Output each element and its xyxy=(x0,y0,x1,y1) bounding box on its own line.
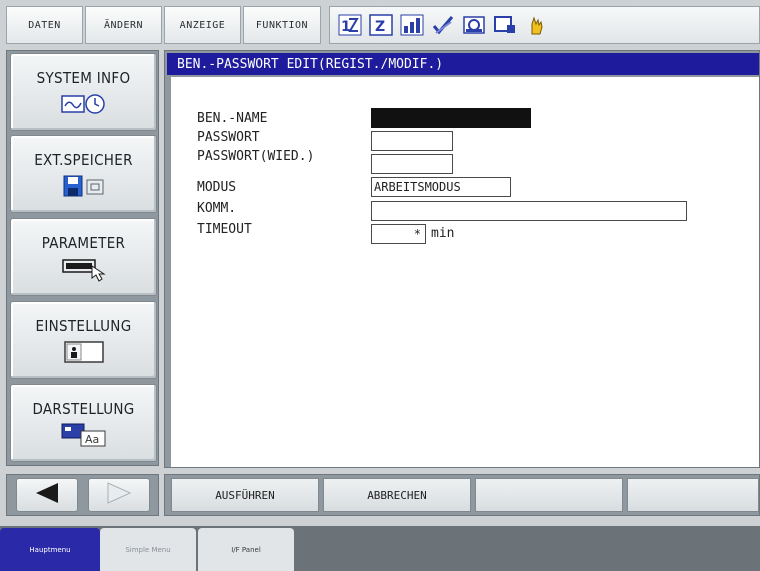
field-label-user-name: BEN.-NAME xyxy=(197,111,268,126)
function-bar: AUSFÜHREN ABBRECHEN xyxy=(164,474,760,516)
side-item-label: DARSTELLUNG xyxy=(32,400,135,418)
password-field[interactable] xyxy=(371,131,453,151)
svg-text:Aa: Aa xyxy=(85,433,99,446)
signal-level-icon xyxy=(400,13,424,37)
timeout-unit: min xyxy=(431,226,455,241)
arrow-right-icon xyxy=(104,481,134,509)
status-icon-area: 1 Z xyxy=(329,6,760,44)
top-menu-bar: DATEN ÄNDERN ANZEIGE FUNKTION 1 Z xyxy=(6,6,760,44)
parameter-icon xyxy=(61,258,106,282)
side-item-einstellung[interactable]: EINSTELLUNG xyxy=(10,301,157,379)
side-item-label: PARAMETER xyxy=(41,234,126,252)
field-label-comment: KOMM. xyxy=(197,201,237,216)
side-item-label: EINSTELLUNG xyxy=(35,317,132,335)
field-label-password: PASSWORT xyxy=(197,130,260,145)
bottom-tab-bar: Hauptmenu Simple Menu I/F Panel xyxy=(0,526,760,571)
camera-icon xyxy=(462,13,486,37)
side-item-system-info[interactable]: SYSTEM INFO xyxy=(10,53,157,131)
page-title: BEN.-PASSWORT EDIT(REGIST./MODIF.) xyxy=(167,53,759,75)
password-confirm-field[interactable] xyxy=(371,154,453,174)
system-info-icon xyxy=(60,93,107,115)
external-memory-icon xyxy=(63,175,105,197)
execute-button[interactable]: AUSFÜHREN xyxy=(171,478,319,512)
menu-anzeige[interactable]: ANZEIGE xyxy=(164,6,241,44)
back-button[interactable] xyxy=(15,478,78,512)
tab-simple-menu[interactable]: Simple Menu xyxy=(100,528,196,571)
side-item-parameter[interactable]: PARAMETER xyxy=(10,218,157,296)
side-item-darstellung[interactable]: DARSTELLUNG Aa xyxy=(10,384,157,462)
menu-daten[interactable]: DATEN xyxy=(6,6,83,44)
timeout-field[interactable]: * xyxy=(371,224,426,244)
field-label-password-confirm: PASSWORT(WIED.) xyxy=(197,149,315,164)
svg-text:1: 1 xyxy=(341,19,351,35)
check-icon xyxy=(431,13,455,37)
edit-mode-icon: Z xyxy=(369,13,393,37)
screen-icon xyxy=(493,13,517,37)
menu-aendern[interactable]: ÄNDERN xyxy=(85,6,162,44)
side-menu: SYSTEM INFO EXT.SPEICHER PARAMETER EINST… xyxy=(6,50,159,466)
hand-servo-icon xyxy=(524,13,548,37)
main-panel: BEN.-PASSWORT EDIT(REGIST./MODIF.) BEN.-… xyxy=(164,50,760,468)
tab-hauptmenu[interactable]: Hauptmenu xyxy=(0,528,100,571)
side-item-label: SYSTEM INFO xyxy=(36,69,131,87)
forward-button[interactable] xyxy=(87,478,150,512)
settings-icon xyxy=(63,341,104,363)
field-label-mode: MODUS xyxy=(197,180,237,195)
field-label-timeout: TIMEOUT xyxy=(197,222,252,237)
nav-bar xyxy=(6,474,159,516)
menu-funktion[interactable]: FUNKTION xyxy=(243,6,321,44)
arrow-left-icon xyxy=(32,481,62,509)
comment-field[interactable] xyxy=(371,201,687,221)
svg-text:Z: Z xyxy=(375,19,385,35)
side-item-ext-speicher[interactable]: EXT.SPEICHER xyxy=(10,135,157,213)
display-icon: Aa xyxy=(61,423,107,447)
screen: DATEN ÄNDERN ANZEIGE FUNKTION 1 Z SYSTEM… xyxy=(0,0,760,571)
tab-if-panel[interactable]: I/F Panel xyxy=(198,528,294,571)
tool-number-icon: 1 xyxy=(338,13,362,37)
cancel-button[interactable]: ABBRECHEN xyxy=(323,478,471,512)
function-button-4[interactable] xyxy=(627,478,759,512)
function-button-3[interactable] xyxy=(475,478,623,512)
user-name-field[interactable] xyxy=(371,108,531,128)
mode-field[interactable]: ARBEITSMODUS xyxy=(371,177,511,197)
edit-form: BEN.-NAME PASSWORT PASSWORT(WIED.) MODUS… xyxy=(171,77,759,467)
side-item-label: EXT.SPEICHER xyxy=(34,151,133,169)
